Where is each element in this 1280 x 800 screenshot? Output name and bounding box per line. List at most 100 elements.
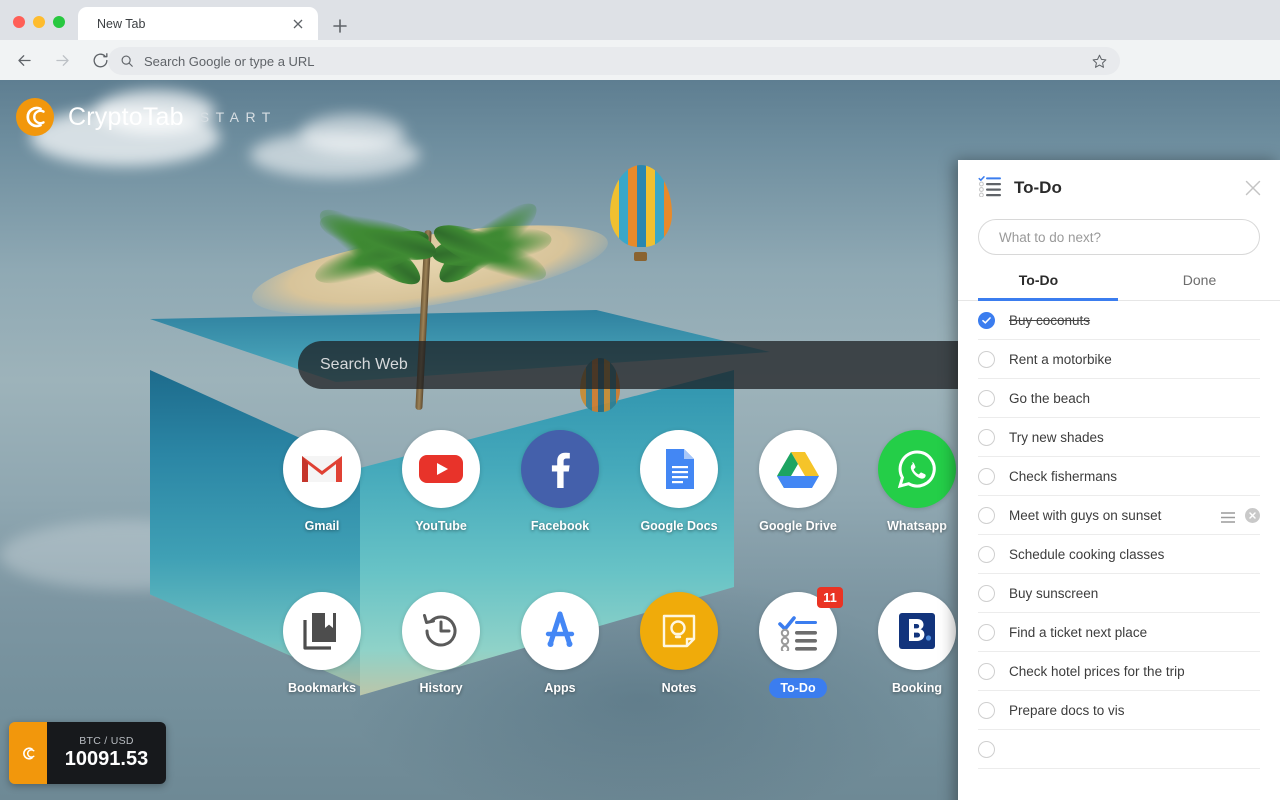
shortcut-label: History <box>419 681 462 695</box>
gmail-icon <box>283 430 361 508</box>
google-docs-icon <box>640 430 718 508</box>
shortcut-label: Apps <box>544 681 575 695</box>
task-text: Buy sunscreen <box>1009 586 1098 601</box>
todo-item[interactable]: Meet with guys on sunset <box>978 496 1260 535</box>
task-text: Schedule cooking classes <box>1009 547 1164 562</box>
booking-icon <box>878 592 956 670</box>
window-minimize-button[interactable] <box>33 16 45 28</box>
shortcut-label: Facebook <box>531 519 589 533</box>
shortcut-label: Notes <box>662 681 697 695</box>
shortcut-todo[interactable]: 11 To-Do <box>759 592 837 698</box>
new-tab-icon[interactable] <box>328 14 352 38</box>
task-text: Prepare docs to vis <box>1009 703 1125 718</box>
todo-item[interactable]: Schedule cooking classes <box>978 535 1260 574</box>
btc-price-value: 10091.53 <box>65 748 148 771</box>
todo-item[interactable]: Prepare docs to vis <box>978 691 1260 730</box>
facebook-icon <box>521 430 599 508</box>
shortcut-grid: Gmail YouTube <box>283 430 1043 698</box>
todo-panel: To-Do What to do next? To-Do Done Buy <box>958 160 1280 800</box>
shortcut-label: Bookmarks <box>288 681 356 695</box>
todo-badge-count: 11 <box>817 587 843 608</box>
btc-pair-label: BTC / USD <box>79 735 134 747</box>
tab-done[interactable]: Done <box>1119 272 1280 300</box>
google-drive-icon <box>759 430 837 508</box>
shortcut-label: Google Docs <box>640 519 717 533</box>
bookmark-star-icon[interactable] <box>1091 53 1108 75</box>
new-task-input[interactable]: What to do next? <box>978 219 1260 255</box>
window-controls[interactable] <box>13 16 65 28</box>
shortcut-label: To-Do <box>769 678 826 698</box>
shortcut-notes[interactable]: Notes <box>640 592 718 698</box>
whatsapp-icon <box>878 430 956 508</box>
window-maximize-button[interactable] <box>53 16 65 28</box>
todo-item[interactable]: Try new shades <box>978 418 1260 457</box>
new-task-placeholder: What to do next? <box>999 230 1101 245</box>
task-checkbox[interactable] <box>978 546 995 563</box>
todo-item[interactable]: Find a ticket next place <box>978 613 1260 652</box>
shortcut-booking[interactable]: Booking <box>878 592 956 698</box>
shortcut-bookmarks[interactable]: Bookmarks <box>283 592 361 698</box>
shortcut-row-1: Gmail YouTube <box>283 430 1043 533</box>
task-checkbox[interactable] <box>978 507 995 524</box>
task-checkbox[interactable] <box>978 624 995 641</box>
browser-tab[interactable]: New Tab <box>78 7 318 40</box>
shortcut-apps[interactable]: Apps <box>521 592 599 698</box>
drag-handle-icon[interactable] <box>1221 510 1235 521</box>
brand-subtitle: START <box>200 109 277 125</box>
cryptotab-mini-logo-icon <box>9 722 47 784</box>
new-tab-page: CryptoTab START Search Web <box>0 80 1280 800</box>
shortcut-gmail[interactable]: Gmail <box>283 430 361 533</box>
brand-logo[interactable]: CryptoTab START <box>16 98 277 136</box>
shortcut-history[interactable]: History <box>402 592 480 698</box>
tab-close-icon[interactable] <box>290 16 306 32</box>
shortcut-label: Google Drive <box>759 519 837 533</box>
task-checkbox[interactable] <box>978 468 995 485</box>
tab-todo[interactable]: To-Do <box>958 272 1119 300</box>
apps-icon <box>521 592 599 670</box>
shortcut-google-drive[interactable]: Google Drive <box>759 430 837 533</box>
checklist-icon <box>978 175 1002 202</box>
task-text: Rent a motorbike <box>1009 352 1112 367</box>
todo-item[interactable]: Rent a motorbike <box>978 340 1260 379</box>
todo-item[interactable]: Check fishermans <box>978 457 1260 496</box>
task-checkbox[interactable] <box>978 351 995 368</box>
cryptotab-logo-icon <box>16 98 54 136</box>
shortcut-youtube[interactable]: YouTube <box>402 430 480 533</box>
task-checkbox[interactable] <box>978 585 995 602</box>
shortcut-whatsapp[interactable]: Whatsapp <box>878 430 956 533</box>
task-text: Try new shades <box>1009 430 1104 445</box>
address-bar[interactable]: Search Google or type a URL <box>108 47 1120 75</box>
todo-item[interactable]: Buy coconuts <box>978 301 1260 340</box>
browser-toolbar: Search Google or type a URL <box>0 40 1280 80</box>
search-web-placeholder: Search Web <box>320 356 408 374</box>
delete-circle-icon[interactable] <box>1245 508 1260 523</box>
todo-item-empty[interactable] <box>978 730 1260 769</box>
close-icon[interactable] <box>1242 177 1264 199</box>
todo-item[interactable]: Go the beach <box>978 379 1260 418</box>
shortcut-google-docs[interactable]: Google Docs <box>640 430 718 533</box>
task-checkbox[interactable] <box>978 741 995 758</box>
shortcut-label: YouTube <box>415 519 467 533</box>
task-checkbox[interactable] <box>978 702 995 719</box>
todo-item-actions <box>1221 508 1260 523</box>
shortcut-facebook[interactable]: Facebook <box>521 430 599 533</box>
task-checkbox[interactable] <box>978 429 995 446</box>
todo-item[interactable]: Check hotel prices for the trip <box>978 652 1260 691</box>
task-checkbox[interactable] <box>978 663 995 680</box>
todo-panel-title: To-Do <box>1014 178 1062 198</box>
todo-icon: 11 <box>759 592 837 670</box>
search-icon <box>120 54 134 68</box>
shortcut-label: Whatsapp <box>887 519 947 533</box>
todo-panel-header: To-Do <box>958 160 1280 216</box>
window-close-button[interactable] <box>13 16 25 28</box>
task-checkbox[interactable] <box>978 390 995 407</box>
browser-window: New Tab Search Google or type a URL <box>0 0 1280 800</box>
task-text: Buy coconuts <box>1009 313 1090 328</box>
btc-price-widget[interactable]: BTC / USD 10091.53 <box>9 722 166 784</box>
search-web-input[interactable]: Search Web <box>298 341 998 389</box>
back-button[interactable] <box>10 46 38 74</box>
todo-item[interactable]: Buy sunscreen <box>978 574 1260 613</box>
task-text: Find a ticket next place <box>1009 625 1147 640</box>
task-checkbox[interactable] <box>978 312 995 329</box>
forward-button[interactable] <box>48 46 76 74</box>
